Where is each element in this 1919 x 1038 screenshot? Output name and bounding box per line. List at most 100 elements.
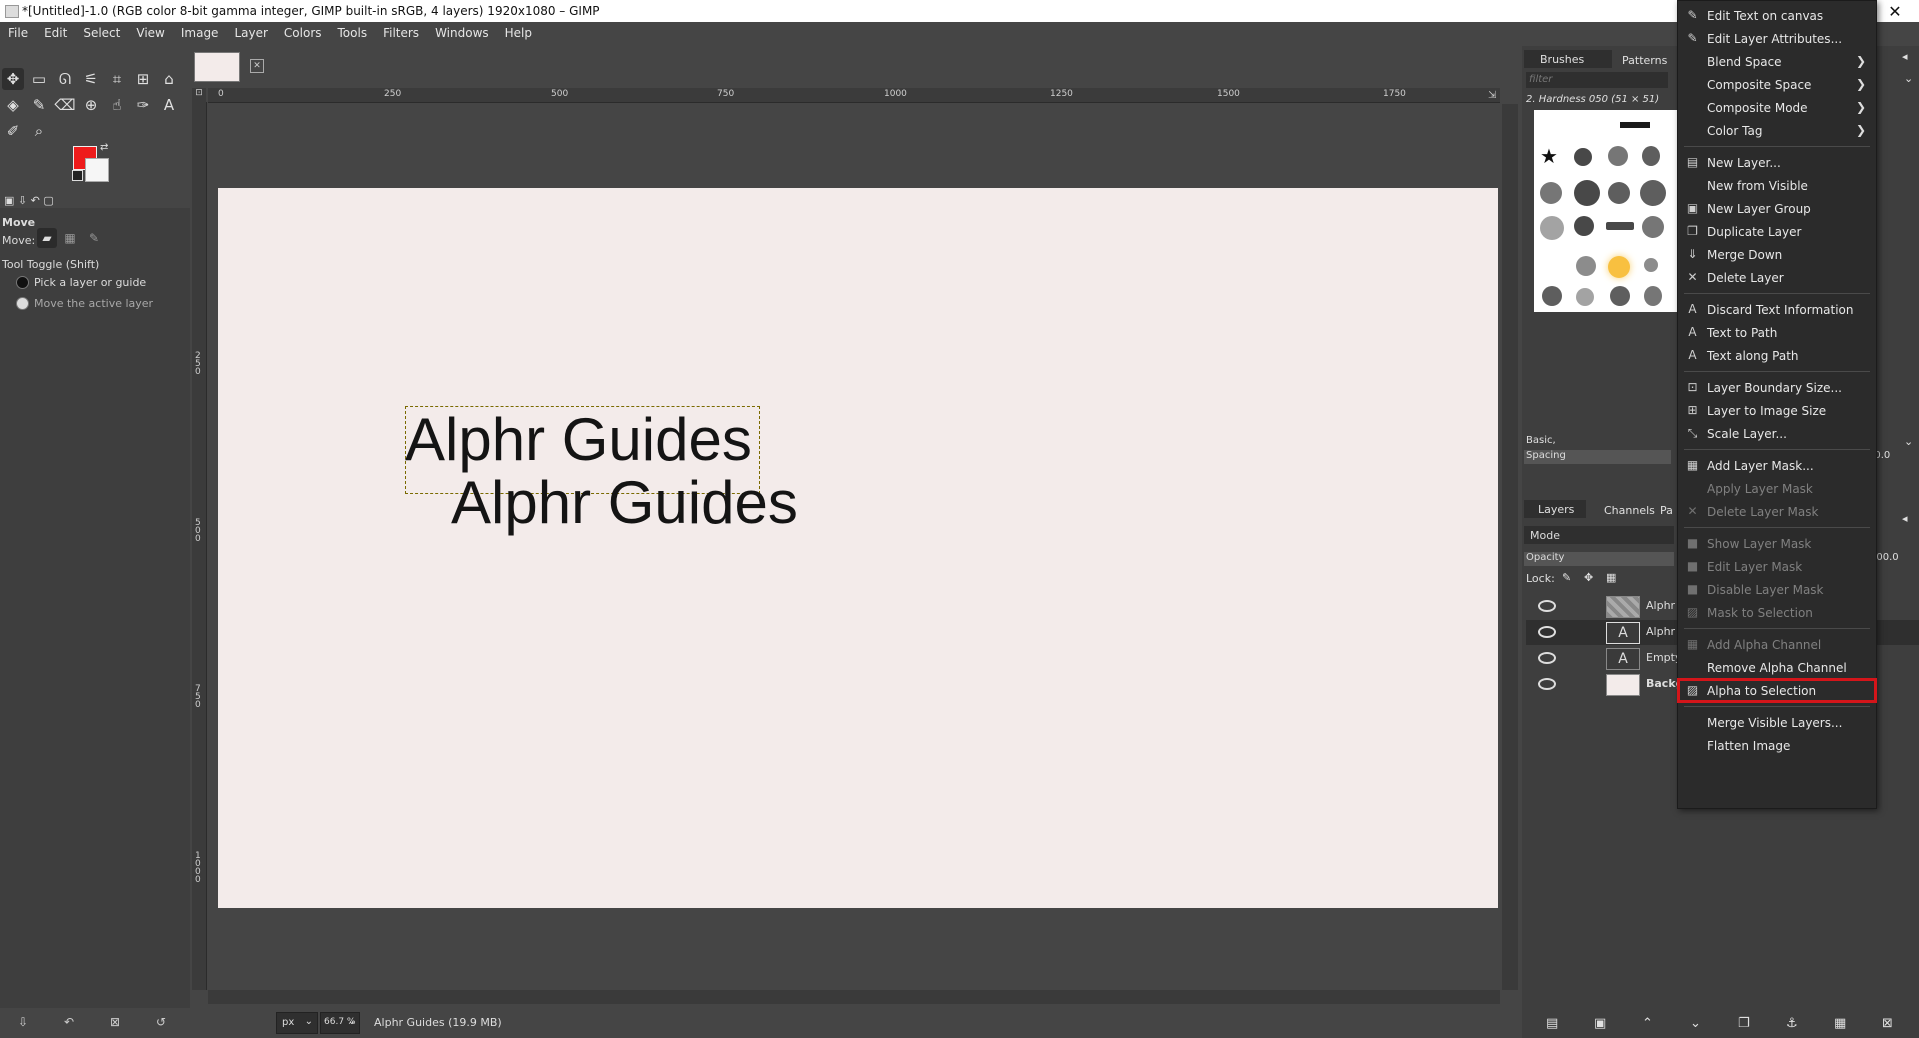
- eye-icon[interactable]: [1538, 652, 1556, 664]
- brush-swatch[interactable]: [1542, 286, 1562, 306]
- tool-options-tab-icons[interactable]: ▣ ⇩ ↶ ▢: [4, 194, 54, 207]
- transform-tool-icon[interactable]: ⊞: [132, 68, 154, 90]
- brush-swatch[interactable]: [1540, 216, 1564, 240]
- move-selection-mode-icon[interactable]: ▦: [62, 230, 78, 246]
- layer-name[interactable]: Alphr: [1646, 599, 1675, 612]
- rect-select-tool-icon[interactable]: ▭: [28, 68, 50, 90]
- brush-swatch[interactable]: [1642, 146, 1660, 166]
- layer-mode-select[interactable]: Mode: [1524, 526, 1674, 544]
- unit-selector[interactable]: px ⌄: [276, 1012, 318, 1034]
- reset-options-icon[interactable]: ↺: [156, 1015, 166, 1029]
- menu-tools[interactable]: Tools: [330, 22, 376, 40]
- opacity-slider[interactable]: Opacity: [1524, 552, 1674, 566]
- warp-tool-icon[interactable]: ⌂: [158, 68, 180, 90]
- menu-item-blend-space[interactable]: Blend Space ❯: [1678, 50, 1876, 73]
- brush-swatch[interactable]: [1574, 216, 1594, 236]
- move-tool-icon[interactable]: ✥: [2, 68, 24, 90]
- text-tool-icon[interactable]: A: [158, 94, 180, 116]
- layer-name[interactable]: Alphr: [1646, 625, 1675, 638]
- new-layer-icon[interactable]: ▤: [1546, 1016, 1558, 1031]
- dock-menu-icon[interactable]: ◂: [1902, 50, 1908, 63]
- duplicate-layer-icon[interactable]: ❐: [1738, 1016, 1750, 1031]
- brush-swatch[interactable]: [1576, 288, 1594, 306]
- spacing-slider[interactable]: Spacing: [1524, 450, 1671, 464]
- eye-icon[interactable]: [1538, 678, 1556, 690]
- brush-preset[interactable]: Basic,: [1526, 435, 1556, 446]
- tab-brushes[interactable]: Brushes: [1524, 50, 1612, 68]
- clone-tool-icon[interactable]: ⊕: [80, 94, 102, 116]
- move-layer-mode-icon[interactable]: ▰: [37, 228, 57, 248]
- brush-grid[interactable]: ★: [1534, 110, 1682, 312]
- radio-move-active[interactable]: [16, 297, 29, 310]
- vertical-scrollbar[interactable]: [1502, 104, 1518, 990]
- lock-pixels-icon[interactable]: ✎: [1562, 571, 1571, 584]
- menu-colors[interactable]: Colors: [276, 22, 330, 40]
- brush-swatch[interactable]: [1610, 286, 1630, 306]
- paintbrush-tool-icon[interactable]: ✎: [28, 94, 50, 116]
- bucket-fill-tool-icon[interactable]: ◈: [2, 94, 24, 116]
- default-colors-icon[interactable]: [72, 170, 83, 181]
- new-layer-group-icon[interactable]: ▣: [1594, 1016, 1606, 1031]
- brush-swatch[interactable]: [1644, 286, 1662, 306]
- mask-layer-icon[interactable]: ▦: [1834, 1016, 1846, 1031]
- brush-swatch[interactable]: [1608, 256, 1630, 278]
- crop-tool-icon[interactable]: ⌗: [106, 68, 128, 90]
- menu-item-alpha-to-selection[interactable]: ▨ Alpha to Selection: [1677, 678, 1877, 703]
- menu-item-layer-boundary-size[interactable]: ⊡ Layer Boundary Size...: [1678, 376, 1876, 399]
- move-path-mode-icon[interactable]: ✎: [86, 230, 102, 246]
- brush-swatch[interactable]: [1608, 146, 1628, 166]
- eye-icon[interactable]: [1538, 600, 1556, 612]
- tab-channels[interactable]: Channels: [1604, 504, 1655, 517]
- menu-item-composite-mode[interactable]: Composite Mode ❯: [1678, 96, 1876, 119]
- restore-options-icon[interactable]: ↶: [64, 1015, 74, 1029]
- lock-position-icon[interactable]: ✥: [1584, 571, 1593, 584]
- menu-filters[interactable]: Filters: [375, 22, 427, 40]
- save-options-icon[interactable]: ⇩: [18, 1015, 28, 1029]
- zoom-tool-icon[interactable]: ⌕: [28, 120, 50, 142]
- brush-swatch[interactable]: [1642, 216, 1664, 238]
- menu-item-new-layer-group[interactable]: ▣ New Layer Group: [1678, 197, 1876, 220]
- menu-item-composite-space[interactable]: Composite Space ❯: [1678, 73, 1876, 96]
- delete-options-icon[interactable]: ⊠: [110, 1015, 120, 1029]
- brush-swatch[interactable]: [1620, 122, 1650, 128]
- brush-swatch[interactable]: [1574, 180, 1600, 206]
- navigate-icon[interactable]: ⇲: [1488, 90, 1496, 101]
- chevron-down-icon[interactable]: ⌄: [1904, 435, 1913, 448]
- menu-item-new-layer[interactable]: ▤ New Layer...: [1678, 151, 1876, 174]
- canvas-text-2[interactable]: Alphr Guides: [451, 468, 798, 537]
- eraser-tool-icon[interactable]: ⌫: [54, 94, 76, 116]
- dock-menu-icon[interactable]: ◂: [1902, 512, 1908, 525]
- menu-item-flatten-image[interactable]: Flatten Image: [1678, 734, 1876, 757]
- menu-item-merge-visible-layers[interactable]: Merge Visible Layers...: [1678, 711, 1876, 734]
- smudge-tool-icon[interactable]: ☝: [106, 94, 128, 116]
- delete-layer-icon[interactable]: ⊠: [1882, 1016, 1893, 1031]
- radio-pick-layer[interactable]: [16, 276, 29, 289]
- brush-swatch[interactable]: [1606, 222, 1634, 230]
- tab-patterns[interactable]: Patterns: [1622, 54, 1667, 67]
- menu-item-edit-text-on-canvas[interactable]: ✎ Edit Text on canvas: [1678, 4, 1876, 27]
- raise-layer-icon[interactable]: ⌃: [1642, 1016, 1653, 1031]
- horizontal-scrollbar[interactable]: [208, 990, 1500, 1004]
- menu-edit[interactable]: Edit: [36, 22, 75, 40]
- menu-item-text-along-path[interactable]: A Text along Path: [1678, 344, 1876, 367]
- brush-swatch[interactable]: [1574, 148, 1592, 166]
- brush-swatch[interactable]: [1640, 180, 1666, 206]
- tab-layers[interactable]: Layers: [1524, 500, 1586, 518]
- menu-item-new-from-visible[interactable]: New from Visible: [1678, 174, 1876, 197]
- menu-item-discard-text-information[interactable]: A Discard Text Information: [1678, 298, 1876, 321]
- brush-swatch[interactable]: [1644, 258, 1658, 272]
- menu-item-scale-layer[interactable]: ⤡ Scale Layer...: [1678, 422, 1876, 445]
- menu-item-edit-layer-attributes[interactable]: ✎ Edit Layer Attributes...: [1678, 27, 1876, 50]
- brush-swatch[interactable]: [1576, 256, 1596, 276]
- path-tool-icon[interactable]: ✑: [132, 94, 154, 116]
- brush-swatch[interactable]: [1540, 182, 1562, 204]
- lower-layer-icon[interactable]: ⌄: [1690, 1016, 1701, 1031]
- close-icon[interactable]: ✕: [1880, 2, 1910, 22]
- lasso-tool-icon[interactable]: ᘏ: [54, 68, 76, 90]
- menu-view[interactable]: View: [128, 22, 172, 40]
- image-tab-thumbnail[interactable]: [194, 52, 240, 82]
- eye-icon[interactable]: [1538, 626, 1556, 638]
- chevron-down-icon[interactable]: ⌄: [1904, 72, 1913, 85]
- zoom-selector[interactable]: 66.7 % ⌄: [320, 1012, 360, 1034]
- menu-item-merge-down[interactable]: ⇓ Merge Down: [1678, 243, 1876, 266]
